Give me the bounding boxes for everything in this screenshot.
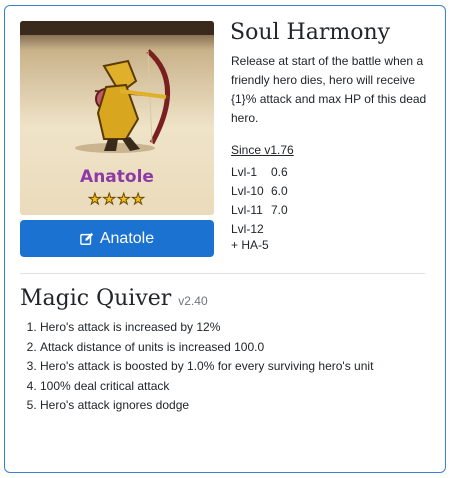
list-item: Hero's attack ignores dodge	[40, 396, 373, 416]
level-value: 0.6	[271, 165, 288, 179]
star-rating: ★★★★	[88, 191, 146, 209]
level-name: Lvl-10	[231, 184, 264, 198]
artifact-name: Magic Quiver	[20, 286, 172, 311]
artifact-title: Magic Quiver v2.40	[20, 286, 208, 311]
skill-level-table: Lvl-1 0.6 Lvl-10 6.0 Lvl-11 7.0 Lvl-12	[231, 163, 288, 239]
level-value: 6.0	[271, 184, 288, 198]
level-row: Lvl-12	[231, 220, 288, 239]
level-name: Lvl-12	[231, 222, 264, 236]
skill-description: Release at start of the battle when a fr…	[231, 54, 427, 125]
list-item: 100% deal critical attack	[40, 377, 373, 397]
list-item: Attack distance of units is increased 10…	[40, 338, 373, 358]
artifact-version: v2.40	[178, 294, 208, 308]
skill-title: Soul Harmony	[230, 20, 391, 45]
level-row: Lvl-1 0.6	[231, 163, 288, 182]
level-name: Lvl-11	[231, 203, 263, 217]
hero-name: Anatole	[80, 167, 154, 187]
level-row: Lvl-10 6.0	[231, 182, 288, 201]
level-value	[271, 220, 288, 239]
since-version: Since v1.76	[231, 143, 294, 157]
edit-icon	[80, 232, 93, 245]
hero-button[interactable]: Anatole	[20, 220, 214, 257]
list-item: Hero's attack is boosted by 1.0% for eve…	[40, 357, 373, 377]
hero-stars: ★★★★	[20, 190, 214, 209]
skill-extra: + HA-5	[231, 238, 269, 252]
level-row: Lvl-11 7.0	[231, 201, 288, 220]
hero-portrait: Anatole ★★★★	[20, 21, 214, 215]
level-value: 7.0	[271, 203, 288, 217]
list-item: Hero's attack is increased by 12%	[40, 318, 373, 338]
hero-button-label: Anatole	[99, 229, 155, 247]
level-name: Lvl-1	[231, 165, 258, 179]
artifact-effects-list: Hero's attack is increased by 12% Attack…	[20, 318, 373, 416]
section-divider	[20, 273, 425, 274]
